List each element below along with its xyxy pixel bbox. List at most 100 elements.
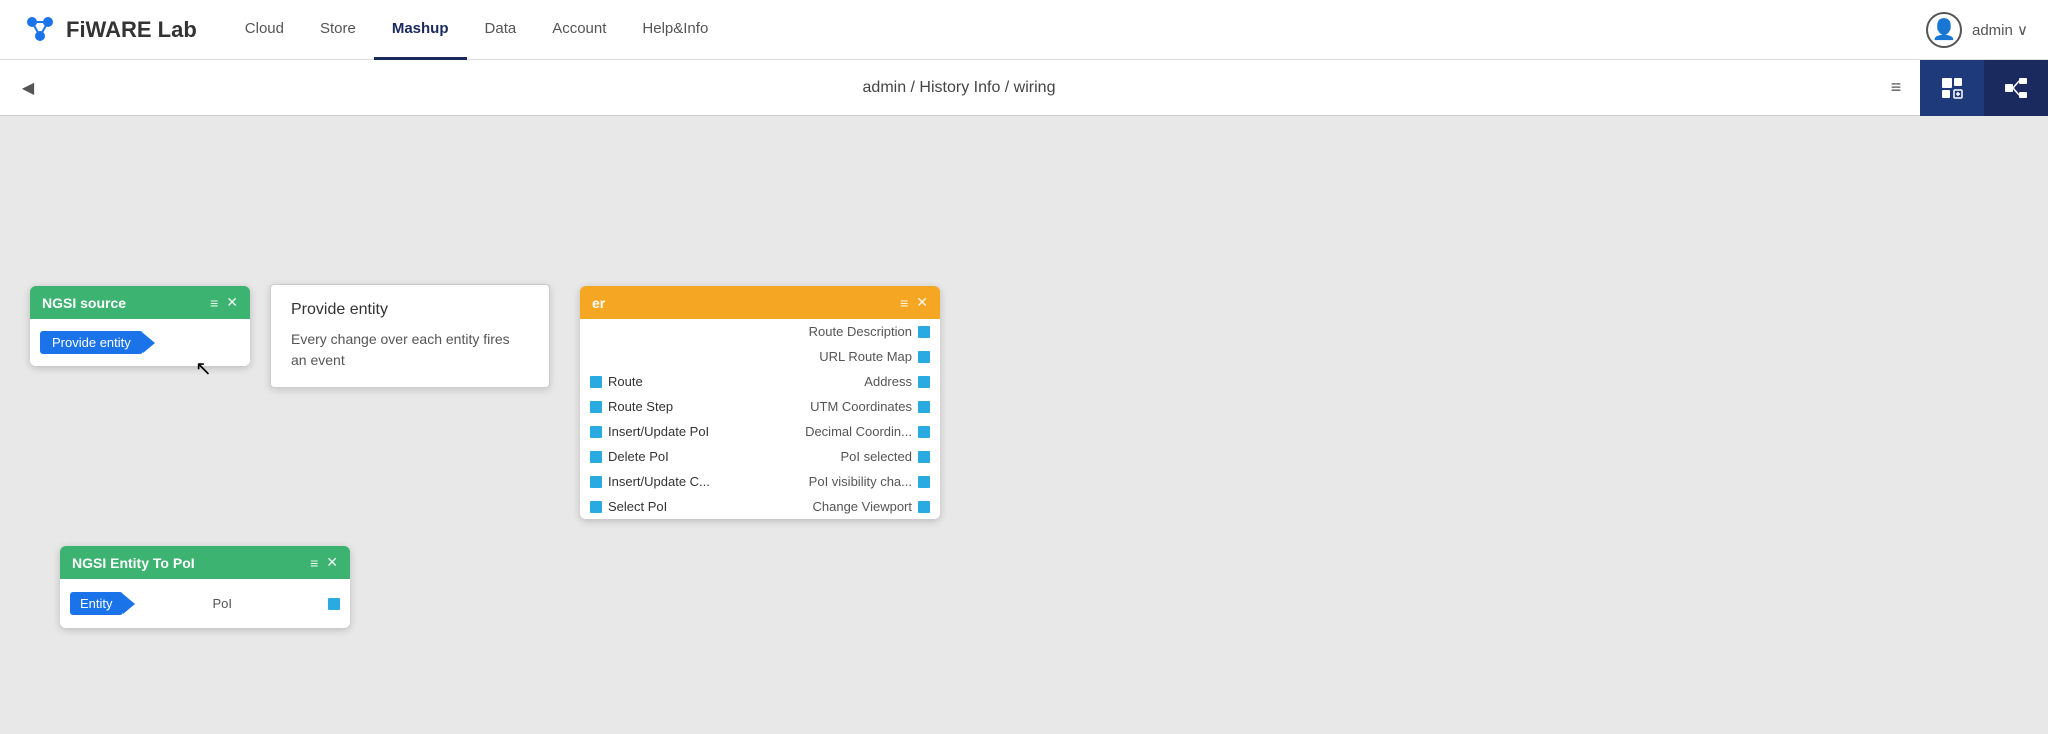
ngsi-source-body: Provide entity [30,319,250,366]
route-out-label-0: Route Description [809,324,912,339]
entity-port-pair: Entity PoI [60,587,350,620]
route-out-label-7: Change Viewport [813,499,913,514]
tooltip-line2: an event [291,352,345,368]
route-port-out-1: URL Route Map [819,349,930,364]
entity-in-port[interactable]: Entity [70,592,123,615]
user-menu[interactable]: 👤 admin ∨ [1926,12,2028,48]
tooltip-title: Provide entity [291,301,529,319]
route-widget-controls: ≡ ✕ [900,294,928,311]
route-widget-header: er ≡ ✕ [580,286,940,319]
route-out-label-2: Address [864,374,912,389]
nav-links: Cloud Store Mashup Data Account Help&Inf… [227,0,1896,60]
entity-to-poi-header: NGSI Entity To PoI ≡ ✕ [60,546,350,579]
route-port-in-3[interactable]: Route Step [590,399,673,414]
logo[interactable]: FiWARE Lab [20,10,197,50]
route-port-row-6: Insert/Update C... PoI visibility cha... [580,469,940,494]
nav-store[interactable]: Store [302,0,374,60]
route-port-row-7: Select PoI Change Viewport [580,494,940,519]
route-out-label-6: PoI visibility cha... [809,474,912,489]
route-out-label-3: UTM Coordinates [810,399,912,414]
out-connector-7 [918,501,930,513]
out-connector-3 [918,401,930,413]
nav-mashup[interactable]: Mashup [374,0,467,60]
entity-out-connector [328,598,340,610]
in-connector-7 [590,501,602,513]
entity-port-label[interactable]: Entity [70,592,123,615]
in-connector-3 [590,401,602,413]
menu-lines-button[interactable]: ≡ [1872,60,1920,116]
route-out-label-5: PoI selected [840,449,912,464]
nav-data[interactable]: Data [467,0,535,60]
tooltip-body: Every change over each entity fires an e… [291,329,529,371]
route-port-in-6[interactable]: Insert/Update C... [590,474,710,489]
route-out-label-1: URL Route Map [819,349,912,364]
in-connector-5 [590,451,602,463]
entity-close-button[interactable]: ✕ [326,554,338,571]
entity-to-poi-controls: ≡ ✕ [310,554,338,571]
wiring-canvas: NGSI source ≡ ✕ Provide entity Provide e… [0,116,2048,734]
diagram-button[interactable] [1984,60,2048,116]
route-port-row-5: Delete PoI PoI selected [580,444,940,469]
add-widget-button[interactable] [1920,60,1984,116]
entity-to-poi-body: Entity PoI [60,579,350,628]
route-port-row-4: Insert/Update PoI Decimal Coordin... [580,419,940,444]
out-connector-5 [918,451,930,463]
nav-helpinfo[interactable]: Help&Info [624,0,726,60]
route-widget-title: er [592,295,605,311]
ngsi-source-widget: NGSI source ≡ ✕ Provide entity [30,286,250,366]
route-close-button[interactable]: ✕ [916,294,928,311]
logo-text: FiWARE Lab [66,17,197,43]
out-connector-2 [918,376,930,388]
breadcrumb-bar: ◀ admin / History Info / wiring ≡ [0,60,2048,116]
ngsi-source-close-button[interactable]: ✕ [226,294,238,311]
out-connector-4 [918,426,930,438]
route-ports-body: Route Description URL Route Map Route Addre… [580,319,940,519]
nav-cloud[interactable]: Cloud [227,0,302,60]
out-connector-0 [918,326,930,338]
in-connector-4 [590,426,602,438]
ngsi-source-header: NGSI source ≡ ✕ [30,286,250,319]
route-port-out-6: PoI visibility cha... [809,474,930,489]
logo-icon [20,10,60,50]
ngsi-source-port-row: Provide entity [30,327,250,358]
route-menu-button[interactable]: ≡ [900,295,908,311]
route-port-out-5: PoI selected [840,449,930,464]
entity-to-poi-title: NGSI Entity To PoI [72,555,195,571]
diagram-icon [2002,74,2030,102]
route-port-in-4[interactable]: Insert/Update PoI [590,424,709,439]
ngsi-source-title: NGSI source [42,295,126,311]
user-label: admin ∨ [1972,21,2028,39]
in-connector-6 [590,476,602,488]
route-out-label-4: Decimal Coordin... [805,424,912,439]
route-port-row-0: Route Description [580,319,940,344]
route-port-out-0: Route Description [809,324,930,339]
route-port-out-4: Decimal Coordin... [805,424,930,439]
route-widget: er ≡ ✕ Route DescriptionURL Route MapRou… [580,286,940,519]
tooltip-line1: Every change over each entity fires [291,331,510,347]
entity-menu-button[interactable]: ≡ [310,555,318,571]
top-navigation: FiWARE Lab Cloud Store Mashup Data Accou… [0,0,2048,60]
entity-poi-out-label: PoI [213,596,233,611]
breadcrumb-actions [1920,60,2048,115]
route-port-row-2: Route Address [580,369,940,394]
route-port-in-7[interactable]: Select PoI [590,499,667,514]
ngsi-source-controls: ≡ ✕ [210,294,238,311]
provide-entity-port[interactable]: Provide entity [40,331,143,354]
out-connector-6 [918,476,930,488]
route-port-out-7: Change Viewport [813,499,931,514]
route-port-row-3: Route Step UTM Coordinates [580,394,940,419]
add-widget-icon [1938,74,1966,102]
route-port-in-5[interactable]: Delete PoI [590,449,669,464]
user-avatar-icon: 👤 [1926,12,1962,48]
provide-entity-tooltip: Provide entity Every change over each en… [270,284,550,388]
route-port-out-2: Address [864,374,930,389]
route-port-row-1: URL Route Map [580,344,940,369]
ngsi-source-menu-button[interactable]: ≡ [210,295,218,311]
entity-to-poi-widget: NGSI Entity To PoI ≡ ✕ Entity PoI [60,546,350,628]
breadcrumb: admin / History Info / wiring [46,79,1872,97]
sidebar-collapse-button[interactable]: ◀ [10,70,46,106]
route-port-out-3: UTM Coordinates [810,399,930,414]
route-port-in-2[interactable]: Route [590,374,643,389]
in-connector-2 [590,376,602,388]
nav-account[interactable]: Account [534,0,624,60]
